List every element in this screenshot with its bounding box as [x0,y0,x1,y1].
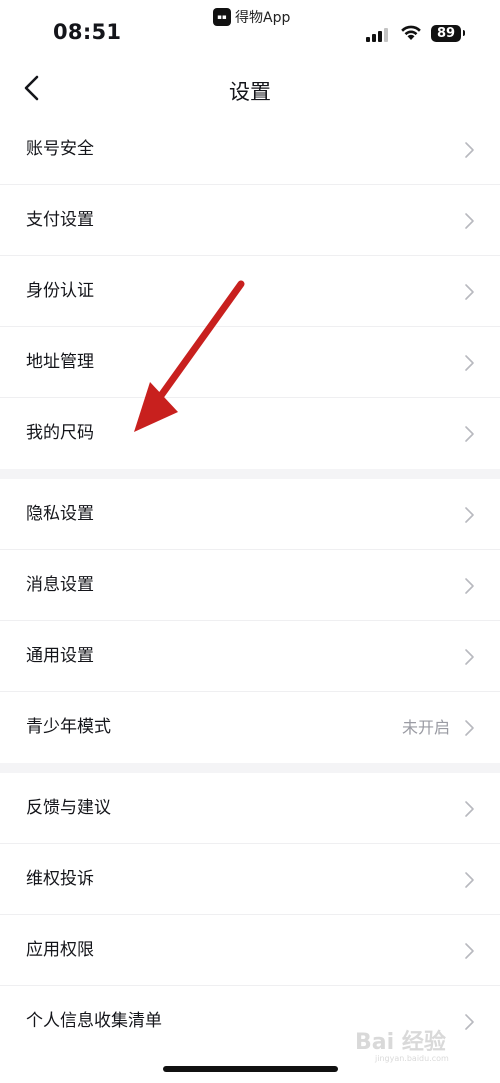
settings-row-account-security[interactable]: 账号安全 [0,114,500,185]
page-title: 设置 [229,80,271,104]
row-label: 青少年模式 [26,717,111,737]
signal-icon [366,27,388,42]
row-label: 维权投诉 [26,869,94,889]
row-label: 通用设置 [26,646,94,666]
nav-bar: 设置 [0,62,500,114]
chevron-right-icon [465,943,474,959]
row-label: 消息设置 [26,575,94,595]
settings-row-address[interactable]: 地址管理 [0,327,500,398]
wifi-icon [401,25,421,40]
watermark-text: Bai 经验 [355,1029,446,1055]
settings-list: 账号安全 支付设置 身份认证 地址管理 我的尺码 隐私设置 消息设置 通用设置 … [0,114,500,1057]
settings-row-app-permissions[interactable]: 应用权限 [0,915,500,986]
row-label: 支付设置 [26,210,94,230]
battery-icon: 89 [431,25,465,42]
chevron-right-icon [465,801,474,817]
group-divider [0,763,500,773]
app-logo-icon: ▪▪ [213,8,231,26]
row-label: 反馈与建议 [26,798,111,818]
chevron-right-icon [465,720,474,736]
settings-row-notifications[interactable]: 消息设置 [0,550,500,621]
settings-row-teen-mode[interactable]: 青少年模式 未开启 [0,692,500,763]
battery-level: 89 [436,26,456,41]
settings-row-general[interactable]: 通用设置 [0,621,500,692]
row-label: 地址管理 [26,352,94,372]
row-label: 我的尺码 [26,423,94,443]
settings-group-general: 隐私设置 消息设置 通用设置 青少年模式 未开启 [0,479,500,763]
chevron-right-icon [465,284,474,300]
baidu-jingyan-watermark: Bai 经验 jingyan.baidu.com [355,1025,495,1065]
teen-mode-status: 未开启 [401,718,450,737]
back-to-app-label: 得物App [235,10,291,26]
chevron-right-icon [465,578,474,594]
row-label: 隐私设置 [26,504,94,524]
row-label: 应用权限 [26,940,94,960]
watermark-subtext: jingyan.baidu.com [374,1054,449,1063]
row-label: 个人信息收集清单 [26,1011,162,1031]
row-label: 账号安全 [26,139,94,159]
settings-group-account: 账号安全 支付设置 身份认证 地址管理 我的尺码 [0,114,500,469]
status-time: 08:51 [53,20,122,44]
settings-row-complaint[interactable]: 维权投诉 [0,844,500,915]
chevron-right-icon [465,649,474,665]
chevron-right-icon [465,213,474,229]
settings-row-payment[interactable]: 支付设置 [0,185,500,256]
settings-row-my-size[interactable]: 我的尺码 [0,398,500,469]
chevron-right-icon [465,426,474,442]
status-bar: 08:51 ▪▪ 得物App 89 [0,0,500,62]
chevron-right-icon [465,355,474,371]
settings-group-support: 反馈与建议 维权投诉 应用权限 个人信息收集清单 [0,773,500,1057]
row-label: 身份认证 [26,281,94,301]
chevron-right-icon [465,142,474,158]
back-to-app-chip[interactable]: ▪▪ 得物App [213,6,290,28]
chevron-right-icon [465,507,474,523]
chevron-right-icon [465,872,474,888]
group-divider [0,469,500,479]
settings-row-feedback[interactable]: 反馈与建议 [0,773,500,844]
settings-row-privacy[interactable]: 隐私设置 [0,479,500,550]
home-indicator[interactable] [163,1066,338,1072]
settings-row-identity[interactable]: 身份认证 [0,256,500,327]
